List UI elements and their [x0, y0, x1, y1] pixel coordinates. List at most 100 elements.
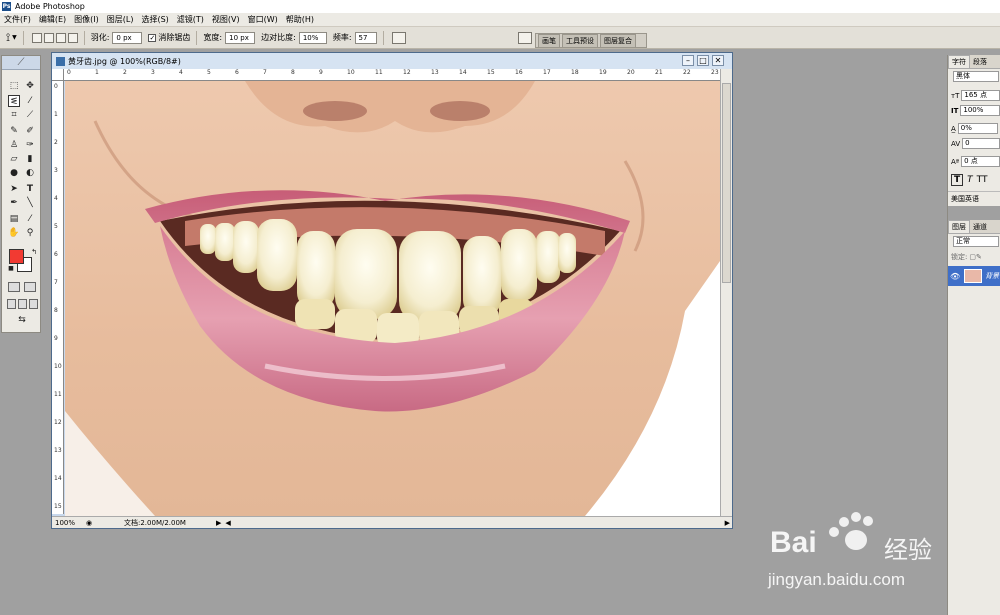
- document-title: 黄牙齿.jpg @ 100%(RGB/8#): [68, 56, 181, 66]
- bold-style-button[interactable]: T: [951, 173, 964, 186]
- allcaps-style-button[interactable]: TT: [977, 175, 988, 185]
- tracking-input[interactable]: 0%: [957, 123, 998, 134]
- zoom-tool-icon[interactable]: ⚲: [24, 227, 36, 239]
- tab-character[interactable]: 字符: [948, 55, 970, 68]
- standard-mode-button[interactable]: [8, 282, 20, 292]
- line-tool-icon[interactable]: ╲: [24, 197, 36, 209]
- well-tab-tool-presets[interactable]: 工具预设: [562, 34, 598, 47]
- blur-tool-icon[interactable]: ●: [8, 167, 20, 179]
- vertical-scale-input[interactable]: 100%: [960, 105, 1000, 116]
- horizontal-ruler[interactable]: 0 1 2 3 4 5 6 7 8 9 10 11 12 13 14 15 16 17 18 19 20 21 22 23: [64, 69, 720, 81]
- pen-tool-icon[interactable]: ✒: [8, 197, 20, 209]
- language-select[interactable]: 美国英语: [951, 194, 979, 204]
- dodge-tool-icon[interactable]: ◐: [24, 167, 36, 179]
- feather-input[interactable]: 0 px: [112, 31, 143, 44]
- minimize-button[interactable]: –: [682, 55, 694, 66]
- gradient-tool-icon[interactable]: ▮: [24, 153, 36, 165]
- vertical-scrollbar[interactable]: [720, 69, 732, 516]
- ruler-tick-label: 15: [54, 503, 62, 510]
- font-family-select[interactable]: 黑体: [953, 71, 999, 82]
- move-tool-icon[interactable]: ✥: [24, 80, 36, 92]
- frequency-input[interactable]: 57: [354, 31, 377, 44]
- menu-filter[interactable]: 滤镜(T): [173, 14, 208, 25]
- ruler-tick-label: 1: [54, 111, 58, 118]
- pen-pressure-button[interactable]: [390, 31, 406, 44]
- zoom-level[interactable]: 100%: [52, 519, 86, 527]
- photoshop-logo-icon: Ps: [2, 2, 11, 11]
- swap-colors-icon[interactable]: ↰: [28, 246, 40, 258]
- contrast-input[interactable]: 10%: [298, 31, 327, 44]
- scrollbar-thumb[interactable]: [722, 83, 731, 283]
- screen-mode-full-button[interactable]: [29, 299, 38, 309]
- font-size-input[interactable]: 165 点: [961, 90, 1000, 101]
- menu-file[interactable]: 文件(F): [0, 14, 35, 25]
- tool-preset-picker[interactable]: ⟟ ▼: [6, 31, 17, 45]
- width-input[interactable]: 10 px: [225, 31, 256, 44]
- magic-wand-tool-icon[interactable]: ⁄: [24, 95, 36, 107]
- image-canvas[interactable]: [65, 81, 720, 516]
- blend-mode-select[interactable]: 正常: [953, 236, 999, 247]
- imageready-jump-icon[interactable]: ⇆: [8, 314, 36, 326]
- menu-view[interactable]: 视图(V): [208, 14, 244, 25]
- eyedropper-tool-icon[interactable]: ⁄: [24, 213, 36, 225]
- path-selection-tool-icon[interactable]: ➤: [8, 183, 20, 195]
- default-colors-icon[interactable]: ■: [5, 263, 17, 275]
- crop-tool-icon[interactable]: ⌗: [8, 109, 20, 121]
- divider: [83, 30, 85, 45]
- hand-tool-icon[interactable]: ✋: [8, 227, 20, 239]
- ruler-origin[interactable]: [52, 69, 64, 81]
- add-selection-button[interactable]: [43, 32, 54, 43]
- scroll-left-arrow-icon[interactable]: ◀: [225, 519, 230, 527]
- maximize-button[interactable]: □: [697, 55, 709, 66]
- baseline-shift-input[interactable]: 0 点: [961, 156, 1000, 167]
- close-button[interactable]: ✕: [712, 55, 724, 66]
- divider: [196, 30, 198, 45]
- toolbox-header: ⟋: [2, 56, 40, 70]
- kerning-input[interactable]: 0: [962, 138, 1000, 149]
- menu-select[interactable]: 选择(S): [137, 14, 172, 25]
- well-tab-layer-comps[interactable]: 图层复合: [600, 34, 636, 47]
- screen-mode-standard-button[interactable]: [7, 299, 16, 309]
- layers-panel-tabs: 图层 通道: [948, 220, 1000, 234]
- menu-help[interactable]: 帮助(H): [282, 14, 318, 25]
- file-browser-button[interactable]: [516, 31, 532, 44]
- lasso-tool-icon[interactable]: ᓬ: [8, 95, 20, 107]
- tab-channels[interactable]: 通道: [970, 221, 990, 233]
- eraser-tool-icon[interactable]: ▱: [8, 153, 20, 165]
- document-window: 黄牙齿.jpg @ 100%(RGB/8#) – □ ✕ 01234567891…: [51, 52, 733, 529]
- ruler-tick-label: 14: [459, 69, 467, 76]
- italic-style-button[interactable]: T: [967, 175, 973, 185]
- marquee-tool-icon[interactable]: ⬚: [8, 80, 20, 92]
- menu-layer[interactable]: 图层(L): [103, 14, 138, 25]
- type-tool-icon[interactable]: T: [24, 183, 36, 195]
- scroll-right-arrow-icon[interactable]: ▶: [725, 519, 730, 527]
- menu-window[interactable]: 窗口(W): [244, 14, 282, 25]
- new-selection-button[interactable]: [31, 32, 42, 43]
- subtract-selection-button[interactable]: [55, 32, 66, 43]
- well-tab-brushes[interactable]: 画笔: [538, 34, 560, 47]
- document-title-bar[interactable]: 黄牙齿.jpg @ 100%(RGB/8#): [52, 53, 732, 69]
- foreground-color-swatch[interactable]: [9, 249, 24, 264]
- notes-tool-icon[interactable]: ▤: [8, 213, 20, 225]
- menu-edit[interactable]: 编辑(E): [35, 14, 70, 25]
- vertical-ruler[interactable]: 0 1 2 3 4 5 6 7 8 9 10 11 12 13 14 15: [52, 81, 64, 514]
- antialias-checkbox[interactable]: ✓: [148, 33, 157, 42]
- slice-tool-icon[interactable]: ⟋: [24, 109, 36, 121]
- menu-image[interactable]: 图像(I): [70, 14, 103, 25]
- quick-mask-button[interactable]: [24, 282, 36, 292]
- history-brush-tool-icon[interactable]: ✑: [24, 139, 36, 151]
- tab-layers[interactable]: 图层: [948, 220, 970, 233]
- healing-brush-tool-icon[interactable]: ✎: [8, 125, 20, 137]
- eye-icon[interactable]: 👁: [950, 272, 960, 281]
- feather-label: 羽化:: [90, 33, 110, 42]
- tab-paragraph[interactable]: 段落: [970, 56, 990, 68]
- ruler-tick-label: 14: [54, 475, 62, 482]
- brush-tool-icon[interactable]: ✐: [24, 125, 36, 137]
- clone-stamp-tool-icon[interactable]: ♙: [8, 139, 20, 151]
- layer-row-background[interactable]: 👁 背景: [948, 266, 1000, 286]
- intersect-selection-button[interactable]: [67, 32, 78, 43]
- status-menu-arrow-icon[interactable]: ▶: [216, 519, 221, 527]
- ruler-tick-label: 12: [403, 69, 411, 76]
- lock-icon[interactable]: ▢✎: [969, 253, 981, 261]
- screen-mode-full-menu-button[interactable]: [18, 299, 27, 309]
